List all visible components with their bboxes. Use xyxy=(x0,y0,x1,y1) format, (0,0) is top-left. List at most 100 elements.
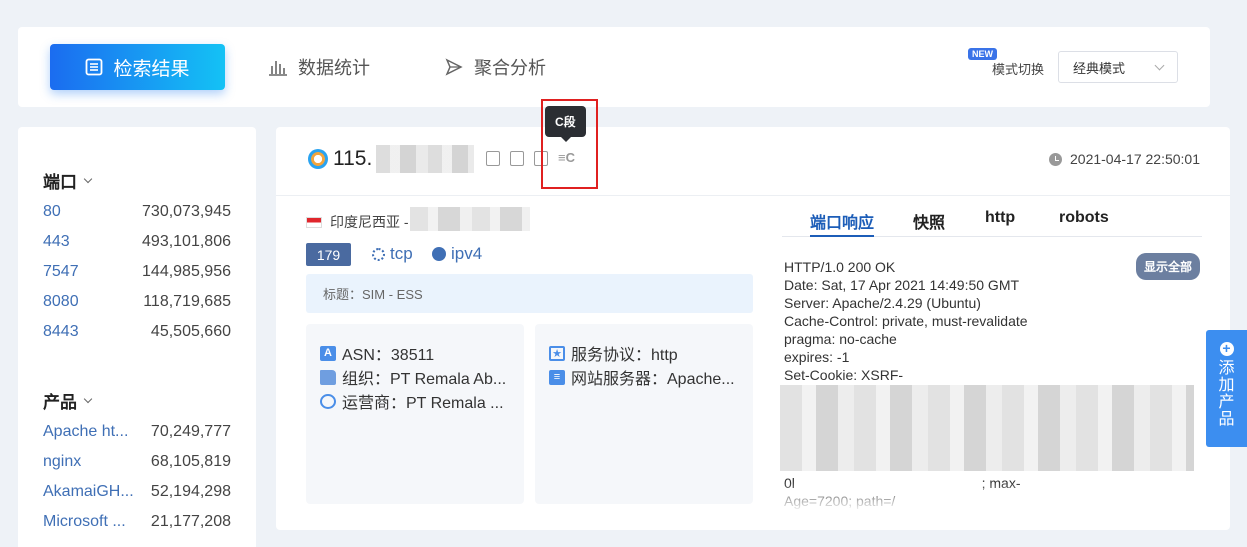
gear-icon xyxy=(372,247,385,261)
facet-key: 443 xyxy=(43,233,70,250)
org-text: 组织：PT Remala Ab... xyxy=(342,371,507,388)
mode-select[interactable]: 经典模式 xyxy=(1058,51,1178,83)
service-info-box: ★ 服务协议：http ≡ 网站服务器：Apache... xyxy=(535,324,753,504)
isp-text: 运营商：PT Remala ... xyxy=(342,395,504,412)
response-line: expires: -1 xyxy=(784,349,850,365)
redacted-location xyxy=(410,207,530,231)
top-toolbar: 检索结果 数据统计 聚合分析 NEW 模式切换 经典模式 xyxy=(18,27,1210,107)
facet-key: 80 xyxy=(43,203,61,220)
response-line: Cache-Control: private, must-revalidate xyxy=(784,313,1028,329)
facet-row[interactable]: 8443 45,505,660 xyxy=(43,323,231,341)
facet-title-text: 产品 xyxy=(43,393,77,412)
facet-count: 493,101,806 xyxy=(142,233,231,250)
service-row[interactable]: ★ 服务协议：http xyxy=(549,341,678,365)
asn-icon: A xyxy=(320,345,336,361)
facet-key: nginx xyxy=(43,453,82,470)
facet-key: Apache ht... xyxy=(43,423,129,440)
service-icon: ★ xyxy=(549,345,565,361)
plus-icon: + xyxy=(1219,341,1234,356)
chevron-down-icon xyxy=(83,174,93,183)
transport-tag[interactable]: tcp xyxy=(372,244,413,264)
network-info-box: A ASN：38511 组织：PT Remala Ab... 运营商：PT Re… xyxy=(306,324,524,504)
ip-version-text: ipv4 xyxy=(451,244,483,263)
share-icon xyxy=(445,58,463,76)
isp-row[interactable]: 运营商：PT Remala ... xyxy=(320,389,504,413)
redacted-ip xyxy=(376,145,474,173)
service-text: 服务协议：http xyxy=(571,347,678,364)
response-line: Server: Apache/2.4.29 (Ubuntu) xyxy=(784,295,981,311)
facet-count: 45,505,660 xyxy=(150,323,231,340)
facet-key: AkamaiGH... xyxy=(43,483,134,500)
facet-key: 8443 xyxy=(43,323,79,340)
mode-label: 模式切换 xyxy=(992,62,1045,77)
location: 印度尼西亚 - xyxy=(306,212,409,232)
tab-statistics[interactable]: 数据统计 xyxy=(268,44,370,90)
tab-label: 数据统计 xyxy=(298,58,370,78)
facet-count: 52,194,298 xyxy=(150,483,231,500)
transport-text: tcp xyxy=(390,244,413,263)
facet-row[interactable]: 8080 118,719,685 xyxy=(43,293,231,311)
response-line: Date: Sat, 17 Apr 2021 14:49:50 GMT xyxy=(784,277,1020,293)
facet-row[interactable]: Apache ht... 70,249,777 xyxy=(43,423,231,441)
tab-label: 检索结果 xyxy=(113,58,190,80)
add-product-label: 添加产品 xyxy=(1218,360,1235,428)
copy-icon[interactable] xyxy=(486,151,500,166)
tab-snapshot[interactable]: 快照 xyxy=(913,209,945,233)
ip-address-link[interactable]: 115. xyxy=(333,147,372,171)
facet-row[interactable]: Microsoft ... 21,177,208 xyxy=(43,513,231,531)
result-card-header: 115. ≡C C段 2021-04-17 22:50:01 xyxy=(276,99,1230,196)
highlight-annotation xyxy=(541,99,598,189)
clock-icon xyxy=(1049,152,1062,166)
facet-count: 730,073,945 xyxy=(142,203,231,220)
tab-search-results[interactable]: 检索结果 xyxy=(50,44,225,90)
facet-count: 70,249,777 xyxy=(150,423,231,440)
facet-sidebar: 端口 80 730,073,945 443 493,101,806 7547 144,… xyxy=(18,127,256,547)
port-badge[interactable]: 179 xyxy=(306,243,351,266)
timestamp: 2021-04-17 22:50:01 xyxy=(1049,151,1200,167)
active-tab-underline xyxy=(810,235,874,237)
tab-http[interactable]: http xyxy=(985,209,1015,227)
facet-key: Microsoft ... xyxy=(43,513,126,530)
server-text: 网站服务器：Apache... xyxy=(571,371,735,388)
tab-robots[interactable]: robots xyxy=(1059,209,1109,227)
tab-port-response[interactable]: 端口响应 xyxy=(810,209,874,233)
bar-chart-icon xyxy=(269,61,287,76)
list-icon xyxy=(86,58,103,76)
facet-row[interactable]: 80 730,073,945 xyxy=(43,203,231,221)
facet-title-text: 端口 xyxy=(43,173,77,192)
response-line: Set-Cookie: XSRF- xyxy=(784,367,904,383)
facet-count: 118,719,685 xyxy=(143,293,231,310)
ip-version-tag[interactable]: ipv4 xyxy=(432,244,482,264)
response-line: pragma: no-cache xyxy=(784,331,897,347)
facet-row[interactable]: 443 493,101,806 xyxy=(43,233,231,251)
server-row[interactable]: ≡ 网站服务器：Apache... xyxy=(549,365,735,389)
asn-text: ASN：38511 xyxy=(342,347,435,364)
globe-icon xyxy=(432,247,446,261)
org-row[interactable]: 组织：PT Remala Ab... xyxy=(320,365,506,389)
server-icon: ≡ xyxy=(549,369,565,385)
facet-count: 68,105,819 xyxy=(150,453,231,470)
facet-row[interactable]: 7547 144,985,956 xyxy=(43,263,231,281)
country-text: 印度尼西亚 - xyxy=(330,214,409,230)
result-card: 115. ≡C C段 2021-04-17 22:50:01 印度尼西亚 - 1… xyxy=(276,99,1230,530)
page-title-bar: 标题：SIM - ESS xyxy=(306,274,753,313)
folder-icon xyxy=(320,369,336,385)
facet-key: 7547 xyxy=(43,263,79,280)
facet-title-product[interactable]: 产品 xyxy=(43,388,93,413)
facet-row[interactable]: AkamaiGH... 52,194,298 xyxy=(43,483,231,501)
document-icon[interactable] xyxy=(510,151,524,166)
indonesia-flag-icon xyxy=(306,216,322,228)
response-tabs: 端口响应 快照 http robots xyxy=(782,197,1202,237)
facet-title-port[interactable]: 端口 xyxy=(43,168,93,193)
host-logo-icon xyxy=(308,149,328,169)
asn-row[interactable]: A ASN：38511 xyxy=(320,341,434,365)
tab-aggregation[interactable]: 聚合分析 xyxy=(444,44,546,90)
response-fade xyxy=(780,482,1200,512)
facet-row[interactable]: nginx 68,105,819 xyxy=(43,453,231,471)
timestamp-text: 2021-04-17 22:50:01 xyxy=(1070,151,1200,167)
facet-count: 21,177,208 xyxy=(150,513,231,530)
redacted-response xyxy=(780,385,1194,471)
response-line: HTTP/1.0 200 OK xyxy=(784,259,896,275)
add-product-button[interactable]: + 添加产品 xyxy=(1206,330,1247,447)
mode-value: 经典模式 xyxy=(1073,60,1126,76)
